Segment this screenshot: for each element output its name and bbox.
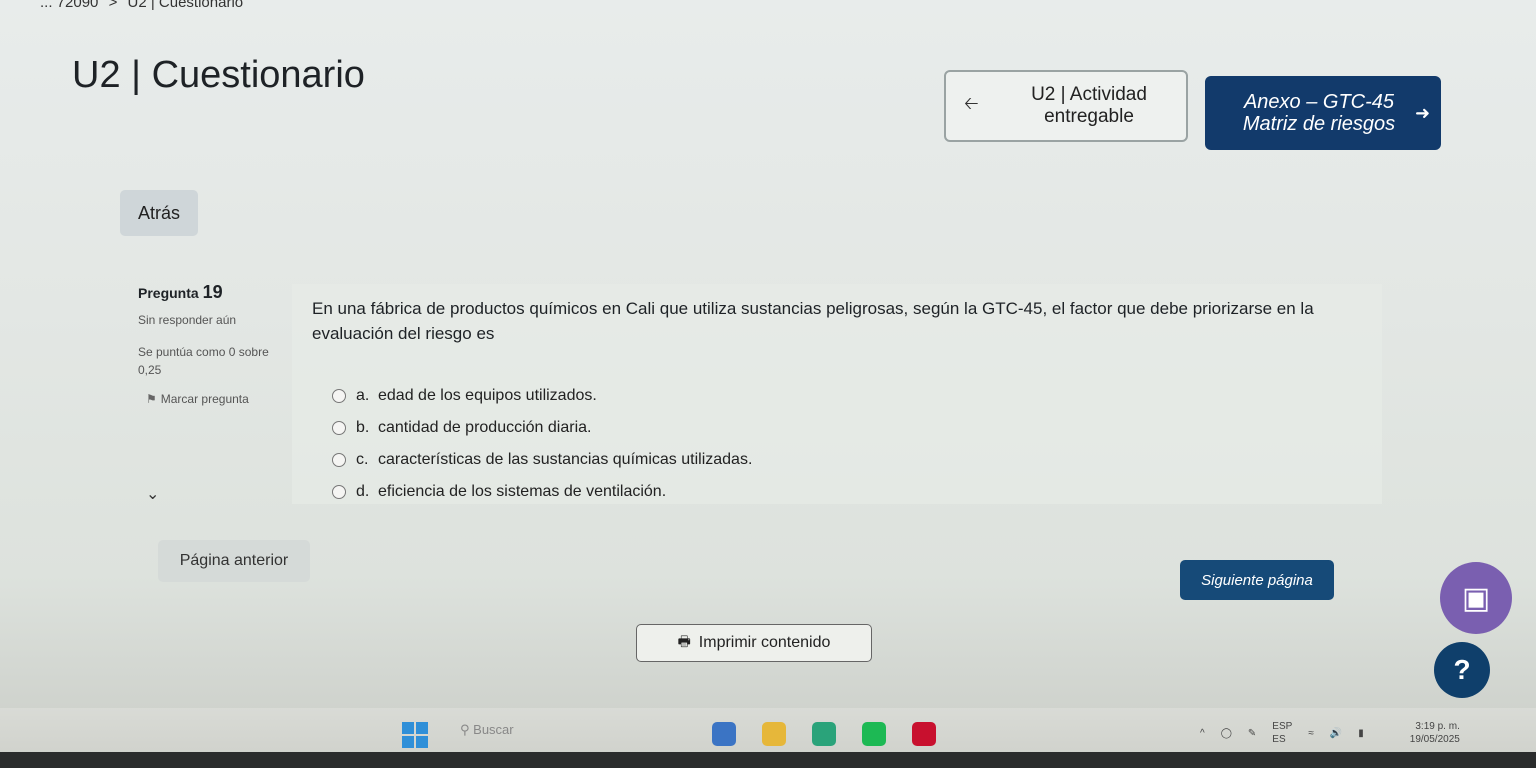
clock-time: 3:19 p. m. [1415, 721, 1460, 732]
taskbar-search-placeholder: Buscar [473, 722, 514, 737]
question-number-value: 19 [202, 282, 223, 302]
answer-text: eficiencia de los sistemas de ventilació… [378, 483, 667, 500]
next-activity-label: Anexo – GTC-45 Matriz de riesgos [1229, 91, 1409, 135]
prev-activity-line1: U2 | Actividad [1031, 84, 1147, 105]
answer-option-b[interactable]: b. cantidad de producción diaria. [332, 412, 752, 444]
next-activity-line2: Matriz de riesgos [1242, 113, 1396, 135]
answer-text: edad de los equipos utilizados. [378, 387, 597, 404]
prev-activity-button[interactable]: 🡠 U2 | Actividad entregable [944, 70, 1188, 142]
keyboard-code: ES [1272, 734, 1286, 745]
question-number-label: Pregunta [138, 285, 199, 301]
previous-page-button[interactable]: Página anterior [158, 540, 310, 582]
flag-question-link[interactable]: ⚑ Marcar pregunta [138, 389, 288, 409]
language-code: ESP [1272, 721, 1293, 732]
next-page-button[interactable]: Siguiente página [1180, 560, 1334, 600]
answer-option-c[interactable]: c. características de las sustancias quí… [332, 444, 752, 476]
volume-icon[interactable]: 🔊 [1330, 728, 1342, 739]
help-button[interactable]: ? [1434, 642, 1490, 698]
spotify-icon[interactable] [862, 722, 886, 746]
screen-bezel [0, 752, 1536, 768]
pen-icon[interactable]: ✎ [1248, 728, 1256, 739]
arrow-left-icon: 🡠 [964, 93, 979, 113]
chat-button[interactable]: ▣ [1440, 562, 1512, 634]
answer-letter: b. [356, 419, 370, 436]
next-activity-button[interactable]: Anexo – GTC-45 Matriz de riesgos ➜ [1205, 76, 1441, 150]
breadcrumb-prefix[interactable]: ... 72090 [40, 0, 98, 11]
question-number: Pregunta 19 [138, 282, 288, 303]
page-title: U2 | Cuestionario [72, 54, 365, 96]
answer-letter: d. [356, 483, 370, 500]
flag-question-label: Marcar pregunta [160, 392, 249, 406]
answer-option-a[interactable]: a. edad de los equipos utilizados. [332, 380, 752, 412]
printer-icon: 🖶 [677, 633, 691, 649]
clock-date: 19/05/2025 [1409, 734, 1460, 745]
radio-button[interactable] [332, 453, 346, 467]
chevron-up-icon[interactable]: ^ [1200, 728, 1205, 739]
prev-activity-line2: entregable [1044, 106, 1134, 127]
chevron-down-icon[interactable]: ⌄ [146, 484, 159, 504]
print-label: Imprimir contenido [698, 634, 831, 651]
answer-text: características de las sustancias químic… [378, 451, 753, 468]
taskbar-apps [712, 722, 936, 746]
print-button[interactable]: 🖶 Imprimir contenido [636, 624, 872, 662]
system-tray: ^ ◯ ✎ ESP ES ≈ 🔊 ▮ 3:19 p. m. 19/05/2025 [1200, 720, 1460, 746]
language-indicator[interactable]: ESP ES [1272, 720, 1292, 746]
radio-button[interactable] [332, 485, 346, 499]
widgets-icon[interactable] [712, 722, 736, 746]
breadcrumb-current: U2 | Cuestionario [127, 0, 244, 11]
answer-letter: c. [356, 451, 369, 468]
breadcrumb: ... 72090 > U2 | Cuestionario [40, 0, 249, 11]
taskbar-search[interactable]: ⚲ Buscar [460, 722, 514, 738]
breadcrumb-separator: > [108, 0, 118, 11]
windows-start-icon[interactable] [402, 722, 428, 748]
answer-letter: a. [356, 387, 370, 404]
question-text: En una fábrica de productos químicos en … [312, 299, 1314, 343]
question-info: Pregunta 19 Sin responder aún Se puntúa … [138, 282, 288, 409]
answer-text: cantidad de producción diaria. [378, 419, 592, 436]
app-tray-icon[interactable]: ◯ [1221, 728, 1232, 739]
back-button[interactable]: Atrás [120, 190, 198, 236]
search-icon: ⚲ [460, 722, 470, 737]
radio-button[interactable] [332, 389, 346, 403]
wifi-icon[interactable]: ≈ [1308, 728, 1314, 739]
battery-icon[interactable]: ▮ [1358, 728, 1364, 739]
arrow-right-icon: ➜ [1415, 102, 1431, 123]
netflix-icon[interactable] [912, 722, 936, 746]
chat-icon: ▣ [1461, 581, 1491, 615]
edge-browser-icon[interactable] [812, 722, 836, 746]
answer-list: a. edad de los equipos utilizados. b. ca… [332, 380, 752, 508]
radio-button[interactable] [332, 421, 346, 435]
question-grade: Se puntúa como 0 sobre 0,25 [138, 345, 269, 377]
question-status: Sin responder aún [138, 313, 237, 327]
flag-icon: ⚑ [146, 392, 157, 406]
clock[interactable]: 3:19 p. m. 19/05/2025 [1410, 720, 1460, 746]
prev-activity-label: U2 | Actividad entregable [1004, 84, 1174, 128]
file-explorer-icon[interactable] [762, 722, 786, 746]
answer-option-d[interactable]: d. eficiencia de los sistemas de ventila… [332, 476, 752, 508]
next-activity-line1: Anexo – GTC-45 [1243, 91, 1395, 113]
